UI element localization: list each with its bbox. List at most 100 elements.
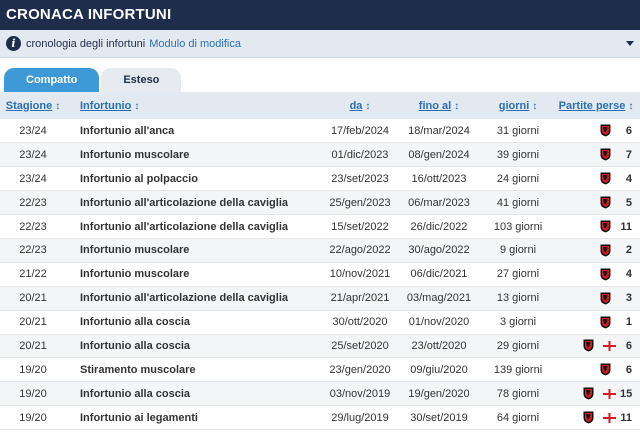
- sort-icon: ↕: [55, 100, 61, 112]
- table-row: 20/21 Infortunio all'articolazione della …: [0, 286, 640, 311]
- from-date-cell: 15/set/2022: [331, 220, 389, 233]
- games-missed-count: 7: [625, 148, 632, 161]
- england-flag-icon: [603, 340, 616, 351]
- table-row: 23/24 Infortunio muscolare 01/dic/2023 08/g…: [0, 142, 640, 167]
- club-crest-icon: [600, 292, 611, 305]
- games-missed-cell: 2: [552, 238, 640, 262]
- until-date-cell: 23/ott/2020: [411, 339, 467, 352]
- edit-form-link[interactable]: Modulo di modifica: [149, 38, 241, 50]
- from-date-cell: 25/set/2020: [331, 339, 389, 352]
- table-row: 19/20 Stiramento muscolare 23/gen/2020 09/g…: [0, 357, 640, 382]
- table-header-row: Stagione ↕ Infortunio ↕ da ↕ fino al ↕ giorn…: [0, 92, 640, 119]
- table-row: 22/23 Infortunio all'articolazione della …: [0, 190, 640, 215]
- until-date-cell: 03/mag/2021: [406, 292, 472, 305]
- injury-cell: Infortunio all'anca: [80, 124, 175, 137]
- club-crest-icon: [600, 316, 611, 329]
- column-header-from[interactable]: da ↕: [326, 92, 394, 119]
- games-missed-cell: 11: [552, 406, 640, 430]
- games-missed-count: 6: [625, 363, 632, 376]
- club-crest-icon: [600, 124, 611, 137]
- from-date-cell: 17/feb/2024: [330, 124, 390, 137]
- england-flag-icon: [603, 388, 616, 399]
- table-row: 22/23 Infortunio all'articolazione della …: [0, 214, 640, 239]
- season-cell: 23/24: [19, 172, 47, 185]
- injury-cell: Infortunio alla coscia: [80, 316, 191, 329]
- season-cell: 22/23: [19, 244, 47, 257]
- until-date-cell: 09/giu/2020: [410, 363, 468, 376]
- games-missed-count: 4: [625, 172, 632, 185]
- until-date-cell: 18/mar/2024: [408, 124, 470, 137]
- days-cell: 13 giorni: [496, 292, 540, 305]
- days-cell: 31 giorni: [496, 124, 540, 137]
- table-row: 23/24 Infortunio al polpaccio 23/set/2023 1…: [0, 166, 640, 191]
- games-missed-cell: 7: [552, 143, 640, 167]
- games-missed-count: 15: [620, 387, 633, 400]
- club-crest-icon: [600, 148, 611, 161]
- games-missed-cell: 6: [552, 119, 640, 143]
- season-cell: 19/20: [19, 411, 47, 424]
- games-missed-cell: 6: [552, 358, 640, 382]
- season-cell: 19/20: [19, 363, 47, 376]
- days-cell: 39 giorni: [496, 148, 540, 161]
- injury-cell: Infortunio al polpaccio: [80, 172, 198, 185]
- section-bar[interactable]: i cronologia degli infortuni Modulo di m…: [0, 30, 640, 58]
- injury-cell: Infortunio muscolare: [80, 148, 190, 161]
- from-date-cell: 25/gen/2023: [329, 196, 391, 209]
- tab-esteso[interactable]: Esteso: [101, 68, 182, 92]
- games-missed-count: 1: [625, 316, 632, 329]
- column-header-until[interactable]: fino al ↕: [394, 92, 484, 119]
- days-cell: 139 giorni: [493, 363, 543, 376]
- info-icon: i: [6, 36, 21, 51]
- season-cell: 23/24: [19, 124, 47, 137]
- from-date-cell: 03/nov/2019: [329, 387, 391, 400]
- club-crest-icon: [583, 339, 594, 352]
- until-date-cell: 01/nov/2020: [408, 316, 470, 329]
- games-missed-cell: 4: [552, 167, 640, 191]
- from-date-cell: 23/gen/2020: [329, 363, 391, 376]
- days-cell: 3 giorni: [499, 316, 537, 329]
- chevron-down-icon[interactable]: [626, 41, 634, 46]
- column-header-games-missed[interactable]: Partite perse ↕: [552, 92, 640, 119]
- days-cell: 103 giorni: [493, 220, 543, 233]
- club-crest-icon: [600, 196, 611, 209]
- games-missed-cell: 4: [552, 262, 640, 286]
- games-missed-cell: 15: [552, 382, 640, 406]
- club-crest-icon: [600, 363, 611, 376]
- until-date-cell: 06/dic/2021: [410, 268, 468, 281]
- injury-cell: Infortunio all'articolazione della cavig…: [80, 292, 288, 305]
- section-label: cronologia degli infortuni: [26, 37, 146, 50]
- column-header-days[interactable]: giorni ↕: [484, 92, 552, 119]
- table-row: 22/23 Infortunio muscolare 22/ago/2022 30/a…: [0, 238, 640, 263]
- club-crest-icon: [600, 268, 611, 281]
- from-date-cell: 10/nov/2021: [329, 268, 391, 281]
- table-row: 19/20 Infortunio alla coscia 03/nov/2019 19…: [0, 381, 640, 406]
- until-date-cell: 26/dic/2022: [410, 220, 468, 233]
- until-date-cell: 08/gen/2024: [408, 148, 470, 161]
- until-date-cell: 30/ago/2022: [408, 244, 470, 257]
- sort-icon: ↕: [532, 100, 538, 112]
- until-date-cell: 19/gen/2020: [408, 387, 470, 400]
- injury-cell: Stiramento muscolare: [80, 363, 196, 376]
- sort-icon: ↕: [628, 100, 634, 112]
- days-cell: 24 giorni: [496, 172, 540, 185]
- column-header-season[interactable]: Stagione ↕: [0, 92, 66, 119]
- injury-cell: Infortunio muscolare: [80, 268, 190, 281]
- days-cell: 78 giorni: [496, 387, 540, 400]
- days-cell: 41 giorni: [496, 196, 540, 209]
- page-title: CRONACA INFORTUNI: [0, 0, 640, 30]
- days-cell: 64 giorni: [496, 411, 540, 424]
- injury-cell: Infortunio alla coscia: [80, 387, 191, 400]
- from-date-cell: 23/set/2023: [331, 172, 389, 185]
- games-missed-count: 2: [625, 244, 632, 257]
- games-missed-count: 6: [625, 339, 632, 352]
- from-date-cell: 29/lug/2019: [331, 411, 389, 424]
- tab-compatto[interactable]: Compatto: [4, 68, 100, 92]
- club-crest-icon: [600, 244, 611, 257]
- injury-cell: Infortunio ai legamenti: [80, 411, 198, 424]
- injury-table: Stagione ↕ Infortunio ↕ da ↕ fino al ↕ giorn…: [0, 92, 640, 430]
- column-header-injury[interactable]: Infortunio ↕: [66, 92, 326, 119]
- sort-icon: ↕: [454, 100, 460, 112]
- season-cell: 19/20: [19, 387, 47, 400]
- from-date-cell: 22/ago/2022: [329, 244, 391, 257]
- until-date-cell: 16/ott/2023: [411, 172, 467, 185]
